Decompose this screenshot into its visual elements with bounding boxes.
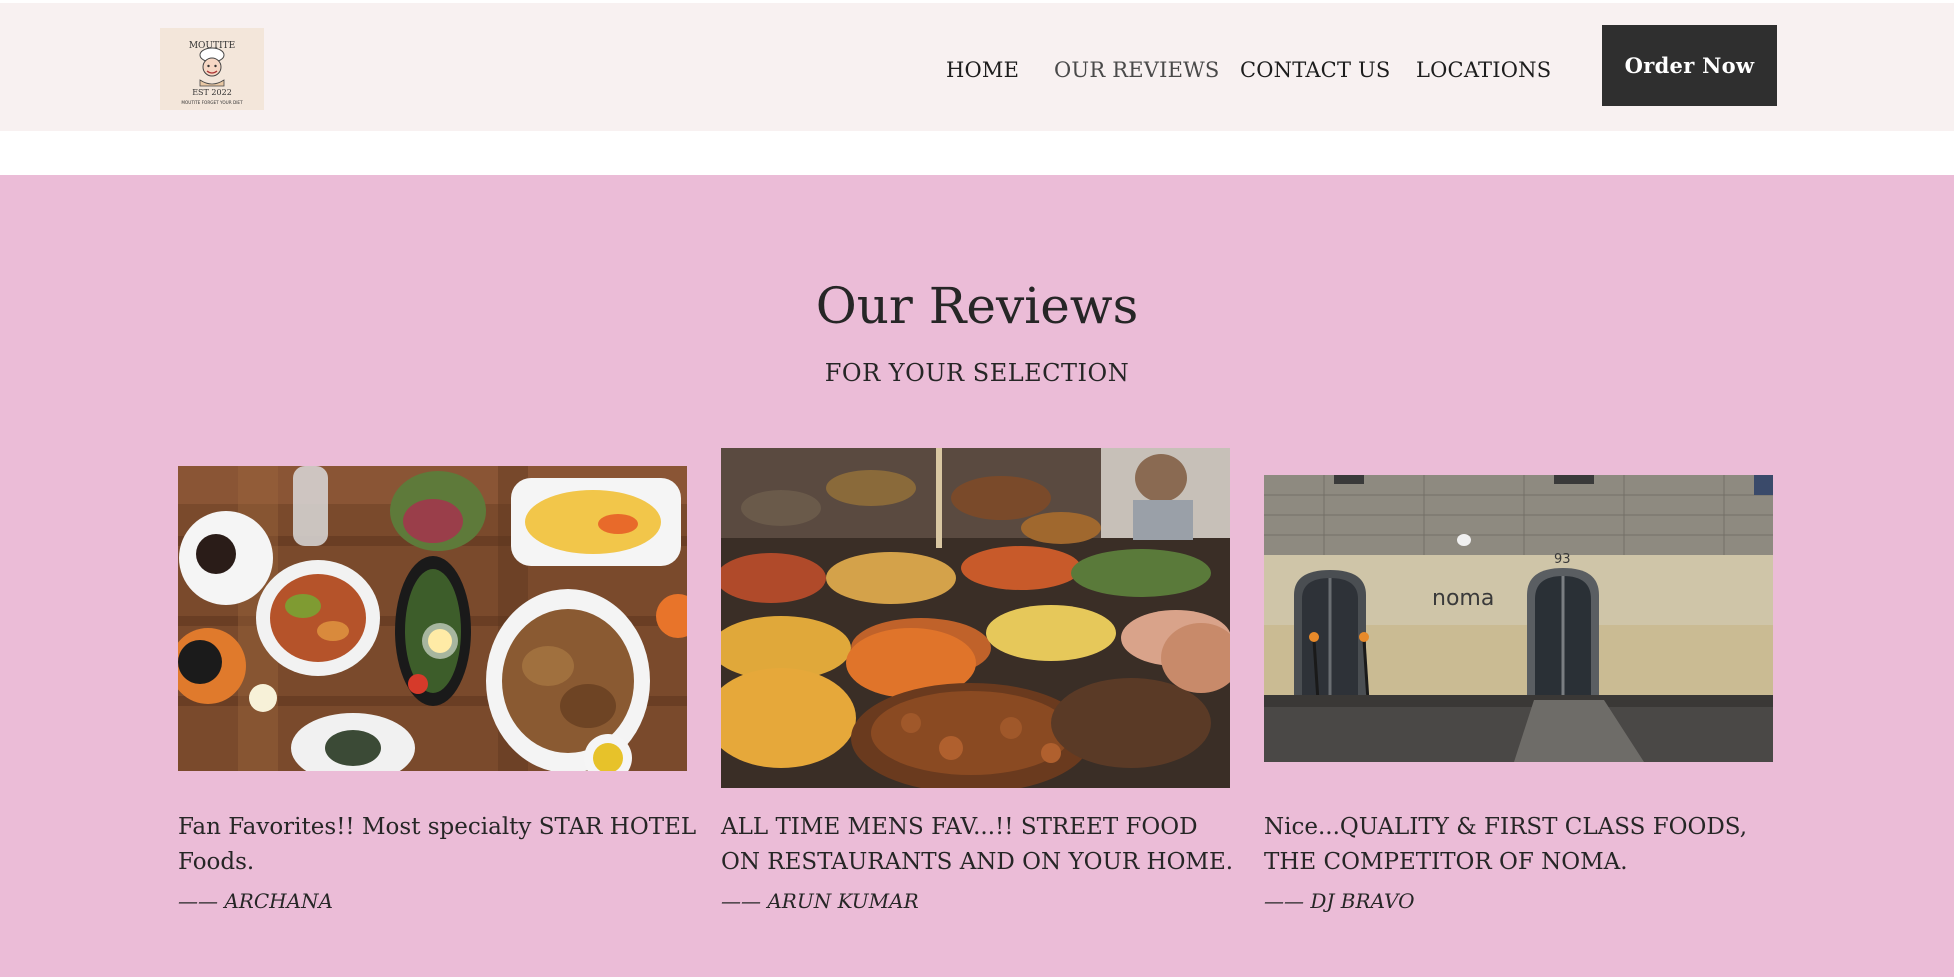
- review-author-archana: —— ARCHANA: [178, 889, 333, 913]
- review-image-noma-facade: noma 93: [1264, 475, 1773, 762]
- section-title: Our Reviews: [815, 277, 1139, 335]
- review-quote-arun-kumar: ALL TIME MENS FAV...!! STREET FOOD ON RE…: [721, 814, 1234, 875]
- nav-home[interactable]: HOME: [946, 58, 1019, 82]
- nav-locations[interactable]: LOCATIONS: [1416, 58, 1551, 82]
- reviews-section: Our Reviews FOR YOUR SELECTION noma 93 F…: [0, 175, 1954, 977]
- nav-contact-us[interactable]: CONTACT US: [1240, 58, 1391, 82]
- review-quote-dj-bravo: Nice...QUALITY & FIRST CLASS FOODS, THE …: [1264, 814, 1748, 875]
- svg-text:93: 93: [1554, 552, 1571, 567]
- site-header: MOUTITE EST 2022 MOUTITE FORGET YOUR DIE…: [0, 3, 1954, 131]
- nav-our-reviews[interactable]: OUR REVIEWS: [1054, 58, 1220, 82]
- svg-text:noma: noma: [1432, 586, 1494, 611]
- review-author-arun-kumar: —— ARUN KUMAR: [721, 889, 919, 913]
- section-subtitle: FOR YOUR SELECTION: [824, 359, 1130, 387]
- review-author-dj-bravo: —— DJ BRAVO: [1264, 889, 1415, 913]
- svg-text:MOUTITE FORGET YOUR DIET: MOUTITE FORGET YOUR DIET: [181, 100, 243, 105]
- review-image-food-table: [178, 466, 687, 771]
- order-now-button[interactable]: Order Now: [1602, 25, 1777, 106]
- review-quote-archana: Fan Favorites!! Most specialty STAR HOTE…: [178, 814, 697, 875]
- review-image-street-food: [721, 448, 1230, 788]
- moutite-logo[interactable]: MOUTITE EST 2022 MOUTITE FORGET YOUR DIE…: [160, 28, 264, 110]
- svg-text:EST 2022: EST 2022: [192, 88, 232, 97]
- chef-logo-icon: MOUTITE EST 2022 MOUTITE FORGET YOUR DIE…: [160, 28, 264, 110]
